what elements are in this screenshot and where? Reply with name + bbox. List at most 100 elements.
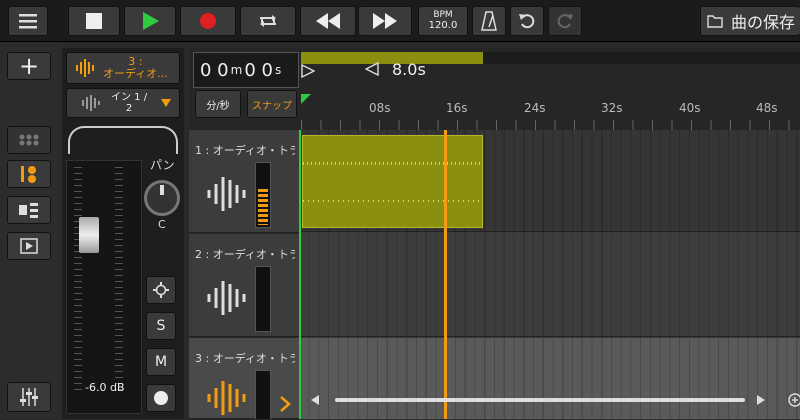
mixer-button[interactable] — [7, 382, 51, 412]
position-minutes: 0 0 — [200, 59, 229, 81]
scroll-right-icon[interactable] — [757, 395, 765, 405]
hamburger-icon — [19, 14, 37, 29]
volume-fader-handle[interactable] — [79, 217, 99, 253]
metronome-icon — [481, 11, 497, 31]
timeline-header: 0 0 m 0 0 s 分/秒 スナップ 8.0s — [189, 48, 800, 130]
save-song-button[interactable]: 曲の保存 — [700, 6, 800, 36]
volume-db-readout: -6.0 dB — [85, 381, 125, 394]
time-unit-button[interactable]: 分/秒 — [195, 90, 241, 118]
track-header-2[interactable]: 2 : オーディオ・トラック — [189, 234, 299, 337]
ruler-label: 24s — [524, 101, 546, 115]
folder-icon — [707, 14, 723, 28]
faders-icon — [20, 388, 38, 406]
zoom-in-icon[interactable] — [787, 392, 800, 408]
snap-button[interactable]: スナップ — [247, 90, 297, 118]
expand-track-icon[interactable] — [279, 396, 291, 412]
save-song-label: 曲の保存 — [731, 13, 796, 32]
solo-button[interactable]: S — [146, 312, 176, 340]
export-button[interactable] — [7, 232, 51, 260]
record-arm-icon — [154, 391, 168, 405]
metronome-button[interactable] — [472, 6, 506, 36]
track-name: 1 : オーディオ・トラック — [195, 144, 295, 157]
track-name: 3 : オーディオ・トラック — [195, 352, 295, 365]
bpm-button[interactable]: BPM 120.0 — [418, 6, 468, 36]
track-header-3[interactable]: 3 : オーディオ・トラック — [189, 338, 299, 419]
bpm-label: BPM — [433, 10, 453, 20]
track-record-arm-button[interactable] — [146, 384, 176, 412]
solo-label: S — [156, 318, 166, 334]
loop-start-marker-icon[interactable] — [301, 64, 315, 78]
ruler-label: 48s — [756, 101, 778, 115]
track-header-1[interactable]: 1 : オーディオ・トラック — [189, 130, 299, 233]
track-name: 2 : オーディオ・トラック — [195, 248, 295, 261]
snap-label: スナップ — [252, 100, 292, 112]
time-unit-label: 分/秒 — [206, 100, 230, 112]
grid-dots-icon — [19, 134, 39, 146]
undo-button[interactable] — [510, 6, 544, 36]
ruler-label: 08s — [369, 101, 391, 115]
rewind-icon — [316, 13, 340, 29]
selected-track-button[interactable]: 3 : オーディオ... — [66, 52, 180, 84]
playhead-marker-icon[interactable] — [301, 94, 311, 104]
track-settings-button[interactable] — [146, 276, 176, 304]
pan-value: C — [158, 218, 166, 231]
channel-strip: 3 : オーディオ... イン 1 / 2 -6.0 dB パン C S M — [62, 48, 184, 419]
eq-curve[interactable] — [68, 126, 178, 154]
track-level-meter — [255, 266, 271, 332]
input-waveform-icon — [82, 95, 100, 111]
waveform-icon — [76, 59, 94, 77]
track-waveform-icon[interactable] — [205, 376, 249, 420]
plug-icon — [19, 203, 38, 218]
scrollbar-thumb[interactable] — [335, 398, 745, 402]
loop-icon — [260, 15, 276, 27]
track-lane-2[interactable] — [299, 233, 800, 337]
gear-icon — [153, 282, 169, 298]
ruler-label: 32s — [601, 101, 623, 115]
volume-fader-track[interactable]: -6.0 dB — [66, 160, 142, 414]
fast-forward-icon — [373, 13, 397, 29]
undo-icon — [519, 14, 535, 29]
playhead-line[interactable] — [444, 130, 447, 419]
loop-end-marker-icon[interactable] — [365, 62, 379, 76]
mute-label: M — [154, 354, 168, 370]
position-seconds: 0 0 — [244, 59, 273, 81]
selected-track-label: 3 : オーディオ... — [103, 55, 168, 80]
track-level-meter — [255, 162, 271, 228]
effects-button[interactable] — [7, 160, 51, 188]
add-track-button[interactable]: + — [7, 52, 51, 80]
ruler-label: 40s — [679, 101, 701, 115]
scroll-left-icon[interactable] — [311, 395, 319, 405]
rewind-button[interactable] — [300, 6, 356, 36]
top-toolbar: BPM 120.0 曲の保存 — [0, 0, 800, 42]
level-meter-fill — [258, 189, 268, 225]
track-waveform-icon[interactable] — [205, 172, 249, 216]
fast-forward-button[interactable] — [358, 6, 412, 36]
loop-length-label: 8.0s — [392, 60, 426, 79]
stop-button[interactable] — [68, 6, 120, 36]
play-icon — [143, 12, 159, 30]
record-button[interactable] — [180, 6, 236, 36]
export-icon — [20, 238, 38, 254]
pan-knob[interactable] — [144, 180, 180, 216]
dropdown-arrow-icon — [161, 99, 171, 107]
stop-icon — [86, 13, 102, 29]
position-minutes-unit: m — [230, 63, 243, 77]
mute-button[interactable]: M — [146, 348, 176, 376]
redo-button[interactable] — [548, 6, 582, 36]
ruler-ticks — [301, 120, 800, 130]
plus-icon: + — [18, 52, 40, 80]
menu-button[interactable] — [8, 6, 48, 36]
bpm-value: 120.0 — [428, 20, 458, 31]
fader-scale-left — [74, 167, 82, 391]
input-select[interactable]: イン 1 / 2 — [66, 88, 180, 118]
loop-button[interactable] — [240, 6, 296, 36]
track-view-button[interactable] — [7, 126, 51, 154]
clip-waveform-top — [303, 162, 482, 165]
track-waveform-icon[interactable] — [205, 276, 249, 320]
input-routing-button[interactable] — [7, 196, 51, 224]
track-lanes — [299, 130, 800, 419]
horizontal-scrollbar[interactable] — [307, 392, 777, 408]
position-counter[interactable]: 0 0 m 0 0 s — [193, 52, 299, 88]
play-button[interactable] — [124, 6, 176, 36]
audio-clip[interactable] — [302, 135, 483, 228]
